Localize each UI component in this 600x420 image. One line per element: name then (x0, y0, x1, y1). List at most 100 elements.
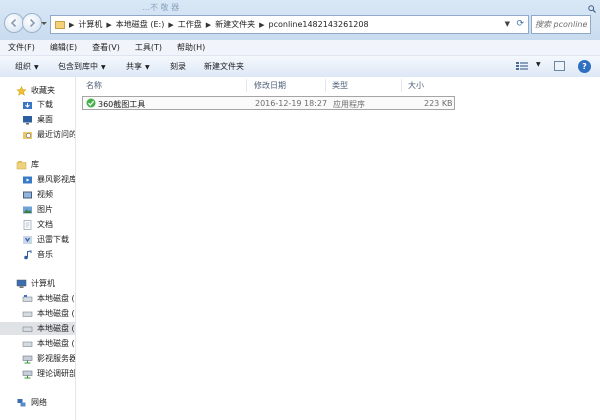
file-name: 360截图工具 (98, 100, 146, 109)
preview-pane-icon[interactable] (554, 61, 565, 71)
column-header-type[interactable]: 类型 (332, 77, 348, 94)
nav-local-disk-2[interactable]: 本地磁盘 ( (22, 307, 75, 320)
nav-label: 影视服务器 (37, 354, 76, 363)
breadcrumb-new-folder[interactable]: 新建文件夹 (215, 19, 255, 30)
share-button[interactable]: 共享 ▼ (126, 61, 150, 72)
help-icon[interactable]: ? (578, 60, 591, 73)
chevron-down-icon: ▼ (101, 64, 106, 71)
star-icon (16, 85, 27, 96)
file-type: 应用程序 (333, 100, 365, 109)
column-header-size[interactable]: 大小 (408, 77, 424, 94)
breadcrumb-computer[interactable]: 计算机 (78, 19, 102, 30)
nav-media-server[interactable]: 影视服务器 (22, 352, 76, 365)
nav-music[interactable]: 音乐 (22, 248, 75, 261)
navigation-pane: 收藏夹 下载 桌面 最近访问的 库 暴风影视库 视频 图片 文档 迅雷下载 音乐 (0, 77, 76, 420)
forward-button[interactable] (22, 13, 42, 33)
address-history-dropdown-icon[interactable]: ▼ (505, 20, 510, 28)
window-title: …不 敬 器 (142, 3, 180, 12)
menu-bar: 文件(F) 编辑(E) 查看(V) 工具(T) 帮助(H) (0, 40, 600, 56)
nav-storm-video-library[interactable]: 暴风影视库 (22, 173, 76, 186)
app-icon (86, 98, 96, 108)
column-header-date[interactable]: 修改日期 (254, 77, 286, 94)
nav-xunlei-downloads[interactable]: 迅雷下载 (22, 233, 75, 246)
network-drive-icon (22, 370, 33, 378)
chevron-right-icon[interactable]: ▶ (206, 21, 211, 29)
nav-label: 最近访问的 (37, 130, 76, 139)
file-date: 2016-12-19 18:27 (255, 99, 328, 108)
nav-videos[interactable]: 视频 (22, 188, 75, 201)
pictures-icon (23, 206, 32, 213)
column-divider[interactable] (401, 79, 402, 92)
nav-recent-places[interactable]: 最近访问的 (22, 128, 76, 141)
search-input[interactable] (535, 17, 587, 32)
nav-local-disk-3[interactable]: 本地磁盘 ( (0, 322, 75, 335)
column-divider[interactable] (325, 79, 326, 92)
title-bar: …不 敬 器 ▶ 计算机 ▶ 本地磁盘 (E:) ▶ 工作盘 ▶ 新建文件夹 ▶… (0, 0, 600, 40)
organize-button[interactable]: 组织 ▼ (15, 61, 39, 72)
nav-network[interactable]: 网络 (16, 396, 75, 409)
address-bar[interactable]: ▶ 计算机 ▶ 本地磁盘 (E:) ▶ 工作盘 ▶ 新建文件夹 ▶ pconli… (50, 15, 529, 34)
new-folder-button[interactable]: 新建文件夹 (204, 61, 244, 72)
nav-label: 下载 (37, 100, 53, 109)
nav-pictures[interactable]: 图片 (22, 203, 75, 216)
nav-favorites[interactable]: 收藏夹 (16, 84, 75, 97)
forward-arrow-icon (29, 18, 36, 28)
menu-file[interactable]: 文件(F) (0, 42, 40, 53)
hard-drive-icon (22, 326, 33, 332)
nav-label: 理论调研部 (37, 369, 76, 378)
view-options-icon[interactable] (516, 61, 528, 71)
back-button[interactable] (4, 13, 24, 33)
video-library-icon (23, 176, 32, 183)
nav-computer[interactable]: 计算机 (16, 277, 75, 290)
file-size: 223 KB (424, 99, 453, 108)
hard-drive-icon (22, 341, 33, 347)
nav-label: 暴风影视库 (37, 175, 76, 184)
library-icon (16, 160, 27, 169)
chevron-right-icon[interactable]: ▶ (259, 21, 264, 29)
breadcrumb-current-folder[interactable]: pconline1482143261208 (269, 20, 369, 29)
search-icon[interactable] (588, 5, 596, 13)
menu-view[interactable]: 查看(V) (82, 42, 125, 53)
nav-label: 收藏夹 (31, 86, 55, 95)
desktop-icon (23, 115, 32, 124)
breadcrumb-drive-e[interactable]: 本地磁盘 (E:) (116, 19, 165, 30)
file-row[interactable]: 360截图工具 2016-12-19 18:27 应用程序 223 KB (82, 96, 455, 110)
nav-label: 迅雷下载 (37, 235, 69, 244)
folder-icon (55, 20, 65, 29)
chevron-right-icon[interactable]: ▶ (106, 21, 111, 29)
nav-label: 本地磁盘 ( (37, 339, 75, 348)
organize-label: 组织 (15, 62, 31, 71)
burn-button[interactable]: 刻录 (170, 61, 186, 72)
nav-libraries[interactable]: 库 (16, 158, 75, 171)
view-dropdown-icon[interactable]: ▼ (536, 61, 541, 68)
nav-label: 文档 (37, 220, 53, 229)
chevron-down-icon: ▼ (145, 64, 150, 71)
download-folder-icon (23, 101, 32, 109)
search-box[interactable] (531, 15, 591, 34)
nav-label: 音乐 (37, 250, 53, 259)
nav-local-disk-4[interactable]: 本地磁盘 ( (22, 337, 75, 350)
chevron-right-icon[interactable]: ▶ (69, 21, 74, 29)
menu-edit[interactable]: 编辑(E) (40, 42, 82, 53)
nav-label: 本地磁盘 ( (37, 324, 75, 333)
include-in-library-button[interactable]: 包含到库中 ▼ (58, 61, 106, 72)
documents-icon (23, 219, 32, 230)
nav-research-dept[interactable]: 理论调研部 (22, 367, 76, 380)
chevron-right-icon[interactable]: ▶ (168, 21, 173, 29)
column-header-name[interactable]: 名称 (86, 77, 102, 94)
nav-label: 本地磁盘 ( (37, 309, 75, 318)
column-divider[interactable] (246, 79, 247, 92)
nav-desktop[interactable]: 桌面 (22, 113, 75, 126)
recent-places-icon (23, 131, 32, 139)
refresh-icon[interactable]: ⟳ (516, 19, 524, 29)
nav-label: 图片 (37, 205, 53, 214)
nav-local-disk-1[interactable]: 本地磁盘 ( (22, 292, 75, 305)
recent-pages-dropdown-icon[interactable] (40, 19, 48, 27)
nav-downloads[interactable]: 下载 (22, 98, 75, 111)
menu-help[interactable]: 帮助(H) (167, 42, 210, 53)
nav-documents[interactable]: 文档 (22, 218, 75, 231)
video-icon (23, 191, 32, 198)
breadcrumb-work-drive[interactable]: 工作盘 (178, 19, 202, 30)
menu-tools[interactable]: 工具(T) (125, 42, 167, 53)
nav-label: 计算机 (31, 279, 55, 288)
